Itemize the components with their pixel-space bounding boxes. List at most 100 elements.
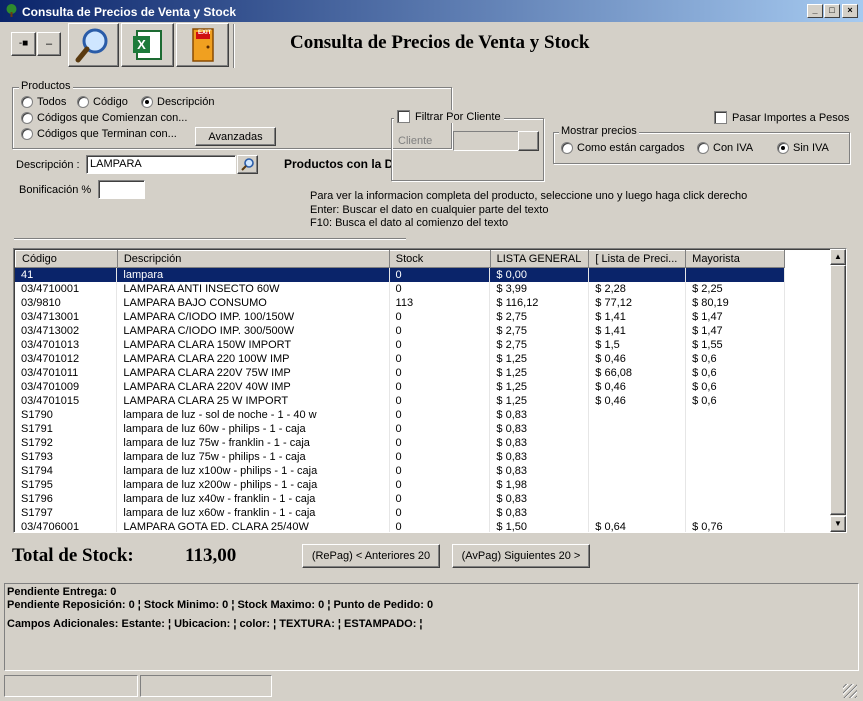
cell-descripcion: lampara de luz 75w - philips - 1 - caja	[116, 450, 390, 464]
cell-descripcion: LAMPARA ANTI INSECTO 60W	[116, 282, 390, 296]
cell-lista-precios	[588, 408, 687, 422]
table-row[interactable]: 03/4701012 LAMPARA CLARA 220 100W IMP 0 $ 1…	[15, 352, 785, 366]
cell-descripcion: LAMPARA CLARA 220V 40W IMP	[116, 380, 390, 394]
scroll-thumb[interactable]	[830, 265, 846, 515]
close-button[interactable]: ×	[842, 4, 858, 18]
table-row[interactable]: 03/4713002 LAMPARA C/IODO IMP. 300/500W 0 $…	[15, 324, 785, 338]
search-icon	[75, 28, 108, 63]
minus-button[interactable]: –	[37, 32, 61, 56]
table-row[interactable]: 03/4713001 LAMPARA C/IODO IMP. 100/150W 0 $…	[15, 310, 785, 324]
cell-lista-precios	[588, 506, 687, 520]
cell-lista-precios: $ 0,46	[588, 394, 687, 408]
cell-lista-general: $ 0,83	[489, 464, 590, 478]
excel-export-button[interactable]: X	[121, 23, 174, 67]
cell-codigo: 03/9810	[15, 296, 118, 310]
cell-stock: 0	[389, 324, 491, 338]
cell-lista-precios	[588, 268, 687, 282]
table-row[interactable]: 41 lampara 0 $ 0,00	[15, 268, 785, 282]
cell-lista-general: $ 3,99	[489, 282, 590, 296]
maximize-button[interactable]: □	[824, 4, 840, 18]
vertical-scrollbar[interactable]: ▲ ▼	[830, 249, 846, 532]
table-row[interactable]: S1794 lampara de luz x100w - philips - 1 …	[15, 464, 785, 478]
radio-descripcion[interactable]: Descripción	[141, 96, 214, 108]
col-header-mayorista[interactable]: Mayorista	[685, 250, 785, 268]
pasar-importes-checkbox[interactable]: Pasar Importes a Pesos	[714, 111, 849, 124]
cliente-label: Cliente	[398, 135, 433, 147]
cell-codigo: S1790	[15, 408, 118, 422]
pin-button[interactable]: -■	[11, 32, 36, 56]
cell-codigo: S1795	[15, 478, 118, 492]
cell-mayorista	[685, 450, 785, 464]
resize-grip[interactable]	[843, 684, 857, 698]
radio-comienzan[interactable]: Códigos que Comienzan con...	[21, 112, 187, 124]
table-row[interactable]: 03/4710001 LAMPARA ANTI INSECTO 60W 0 $ 3,9…	[15, 282, 785, 296]
scroll-down-arrow-icon[interactable]: ▼	[830, 516, 846, 532]
cell-stock: 0	[389, 268, 491, 282]
cell-lista-general: $ 1,50	[489, 520, 590, 532]
cell-lista-general: $ 2,75	[489, 324, 590, 338]
radio-codigo[interactable]: Código	[77, 96, 128, 108]
descripcion-input[interactable]: LAMPARA	[86, 155, 236, 174]
descripcion-search-button[interactable]	[237, 155, 258, 174]
cell-mayorista	[685, 436, 785, 450]
bonificacion-input[interactable]	[98, 180, 145, 199]
exit-button[interactable]: EXIT	[176, 23, 229, 67]
col-header-lista-precios[interactable]: [ Lista de Preci...	[588, 250, 687, 268]
next-page-button[interactable]: (AvPag) Siguientes 20 >	[452, 544, 590, 568]
cell-stock: 0	[389, 366, 491, 380]
prev-page-button[interactable]: (RePag) < Anteriores 20	[302, 544, 440, 568]
cell-lista-general: $ 0,83	[489, 506, 590, 520]
cliente-input[interactable]	[453, 131, 519, 151]
radio-como-cargados[interactable]: Como están cargados	[561, 142, 685, 154]
table-row[interactable]: 03/9810 LAMPARA BAJO CONSUMO 113 $ 116,12 $ …	[15, 296, 785, 310]
radio-sin-iva[interactable]: Sin IVA	[777, 142, 829, 154]
radio-terminan[interactable]: Códigos que Terminan con...	[21, 128, 177, 140]
help-line-1: Para ver la informacion completa del pro…	[310, 190, 748, 202]
cell-stock: 0	[389, 338, 491, 352]
total-stock-label: Total de Stock:	[12, 545, 134, 566]
table-row[interactable]: 03/4701015 LAMPARA CLARA 25 W IMPORT 0 $ 1,…	[15, 394, 785, 408]
table-row[interactable]: S1792 lampara de luz 75w - franklin - 1 -…	[15, 436, 785, 450]
cell-lista-general: $ 1,25	[489, 366, 590, 380]
cell-descripcion: LAMPARA CLARA 25 W IMPORT	[116, 394, 390, 408]
cell-codigo: 03/4701012	[15, 352, 118, 366]
cell-lista-precios: $ 1,41	[588, 310, 687, 324]
cell-descripcion: LAMPARA CLARA 220 100W IMP	[116, 352, 390, 366]
cell-mayorista: $ 0,6	[685, 380, 785, 394]
productos-legend: Productos	[19, 80, 73, 92]
cell-descripcion: lampara de luz x200w - philips - 1 - caj…	[116, 478, 390, 492]
cliente-lookup-button[interactable]	[518, 131, 539, 151]
table-row[interactable]: S1790 lampara de luz - sol de noche - 1 -…	[15, 408, 785, 422]
cell-stock: 0	[389, 506, 491, 520]
col-header-codigo[interactable]: Código	[15, 250, 118, 268]
cell-lista-general: $ 1,25	[489, 380, 590, 394]
scroll-up-arrow-icon[interactable]: ▲	[830, 249, 846, 265]
bonificacion-label: Bonificación %	[19, 184, 92, 196]
radio-todos[interactable]: Todos	[21, 96, 66, 108]
svg-text:X: X	[137, 37, 146, 52]
cell-lista-general: $ 2,75	[489, 338, 590, 352]
cell-codigo: 03/4710001	[15, 282, 118, 296]
col-header-stock[interactable]: Stock	[388, 250, 491, 268]
table-row[interactable]: S1791 lampara de luz 60w - philips - 1 - …	[15, 422, 785, 436]
table-row[interactable]: S1797 lampara de luz x60w - franklin - 1 …	[15, 506, 785, 520]
products-grid[interactable]: Código Descripción Stock LISTA GENERAL […	[13, 248, 847, 533]
table-row[interactable]: 03/4701009 LAMPARA CLARA 220V 40W IMP 0 $ 1…	[15, 380, 785, 394]
table-row[interactable]: S1793 lampara de luz 75w - philips - 1 - …	[15, 450, 785, 464]
grid-body: 41 lampara 0 $ 0,00 03/4710001 LAMPARA ANTI I…	[15, 268, 785, 532]
minimize-button[interactable]: _	[807, 4, 823, 18]
table-row[interactable]: S1795 lampara de luz x200w - philips - 1 …	[15, 478, 785, 492]
filtro-cliente-checkbox[interactable]: Filtrar Por Cliente	[394, 110, 504, 123]
table-row[interactable]: 03/4706001 LAMPARA GOTA ED. CLARA 25/40W 0…	[15, 520, 785, 532]
col-header-descripcion[interactable]: Descripción	[116, 250, 390, 268]
col-header-lista-general[interactable]: LISTA GENERAL	[489, 250, 590, 268]
radio-con-iva[interactable]: Con IVA	[697, 142, 753, 154]
cell-codigo: 03/4701013	[15, 338, 118, 352]
info-pendiente-entrega: Pendiente Entrega: 0	[7, 586, 117, 598]
table-row[interactable]: 03/4701011 LAMPARA CLARA 220V 75W IMP 0 $ 1…	[15, 366, 785, 380]
table-row[interactable]: 03/4701013 LAMPARA CLARA 150W IMPORT 0 $ 2,…	[15, 338, 785, 352]
table-row[interactable]: S1796 lampara de luz x40w - franklin - 1 …	[15, 492, 785, 506]
search-button[interactable]	[68, 23, 119, 67]
app-tree-icon	[6, 4, 17, 17]
avanzadas-button[interactable]: Avanzadas	[195, 127, 276, 146]
